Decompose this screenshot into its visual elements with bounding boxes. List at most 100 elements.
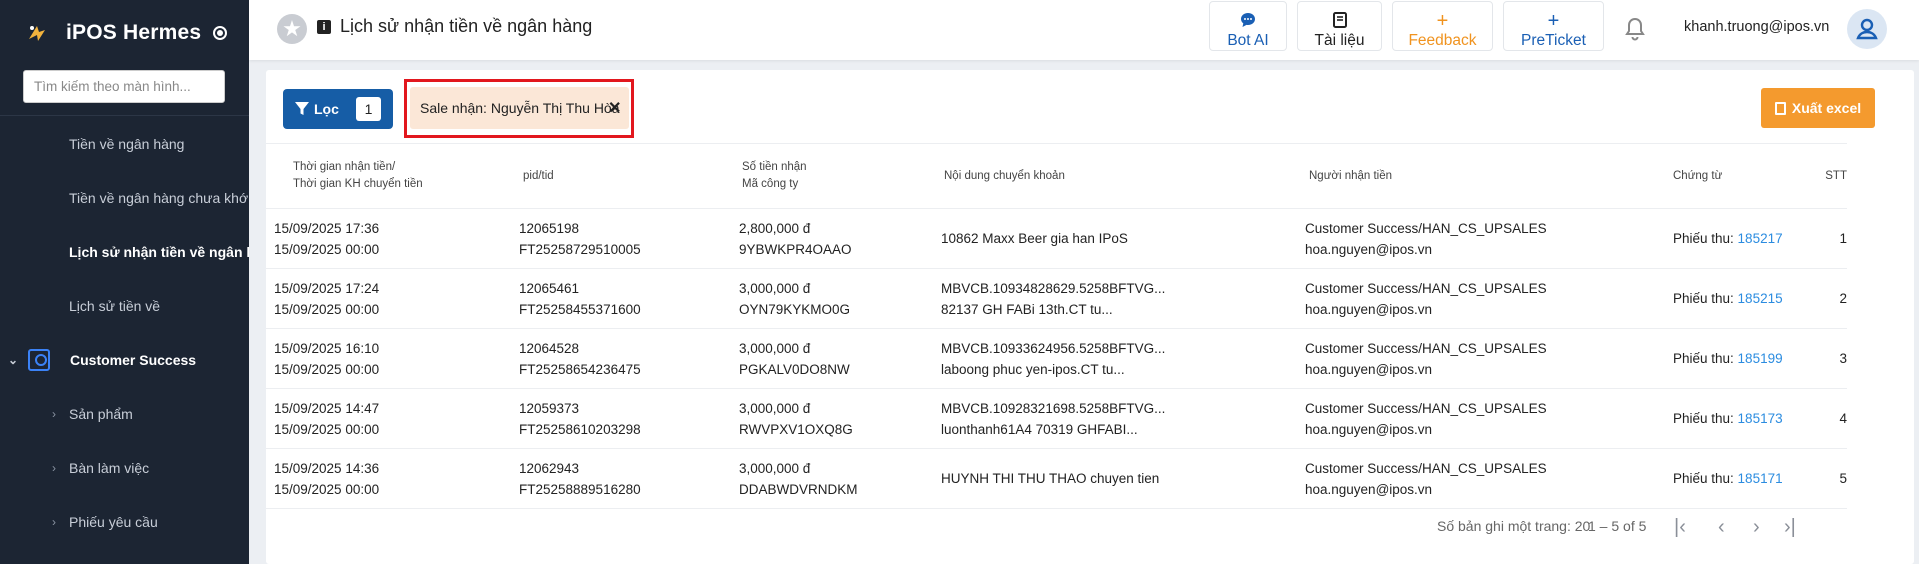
sidebar-item-requests[interactable]: › Phiếu yêu cầu — [0, 495, 249, 549]
export-excel-button[interactable]: Xuất excel — [1761, 88, 1875, 128]
info-icon[interactable]: i — [317, 20, 331, 34]
user-icon — [1856, 18, 1878, 40]
close-icon[interactable]: ✕ — [608, 98, 621, 118]
chat-bubble-icon — [1210, 12, 1286, 30]
table-header-row: Thời gian nhận tiền/Thời gian KH chuyển … — [266, 143, 1847, 209]
cell-amount: 3,000,000 đ OYN79KYKMO0G — [735, 268, 935, 329]
cell-time: 15/09/2025 14:47 15/09/2025 00:00 — [266, 388, 519, 449]
export-label: Xuất excel — [1791, 100, 1862, 116]
cell-content: HUYNH THI THU THAO chuyen tien — [935, 448, 1300, 509]
cell-content: MBVCB.10934828629.5258BFTVG... 82137 GH F… — [935, 268, 1300, 329]
cell-stt: 5 — [1793, 448, 1847, 509]
filter-label: Lọc — [314, 101, 339, 117]
cell-amount: 3,000,000 đ RWVPXV1OXQ8G — [735, 388, 935, 449]
cell-voucher: Phiếu thu: 185173 — [1673, 388, 1793, 449]
chevron-down-icon: ⌄ — [8, 353, 19, 367]
table-row[interactable]: 15/09/2025 16:10 15/09/2025 00:00 12064528… — [266, 328, 1847, 389]
sidebar-item-label: Lịch sử tiền về — [69, 298, 161, 314]
rows-per-page-label: Số bản ghi một trang: 20 — [1437, 518, 1591, 534]
sidebar-nav: Tiền về ngân hàng Tiền về ngân hàng chưa… — [0, 117, 249, 549]
table-row[interactable]: 15/09/2025 17:24 15/09/2025 00:00 12065461… — [266, 268, 1847, 329]
sidebar-group-customer-success[interactable]: ⌄ Customer Success — [0, 333, 249, 387]
cell-voucher: Phiếu thu: 185171 — [1673, 448, 1793, 509]
col-header-receiver[interactable]: Người nhận tiền — [1300, 143, 1673, 209]
cell-voucher: Phiếu thu: 185215 — [1673, 268, 1793, 329]
cell-receiver: Customer Success/HAN_CS_UPSALES hoa.nguye… — [1300, 268, 1673, 329]
voucher-link[interactable]: 185171 — [1738, 471, 1783, 486]
cell-amount: 3,000,000 đ DDABWDVRNDKM — [735, 448, 935, 509]
sidebar: iPOS Hermes Tiền về ngân hàng Tiền về ng… — [0, 0, 249, 564]
feedback-label: Feedback — [1408, 32, 1477, 49]
sidebar-item-label: Bàn làm việc — [69, 460, 150, 476]
page-title: Lịch sử nhận tiền về ngân hàng — [340, 16, 593, 36]
transactions-table: Thời gian nhận tiền/Thời gian KH chuyển … — [266, 143, 1847, 509]
plus-icon: + — [1547, 10, 1560, 32]
voucher-link[interactable]: 185217 — [1738, 231, 1783, 246]
col-header-voucher[interactable]: Chứng từ — [1673, 143, 1793, 209]
logo-icon — [29, 26, 45, 41]
feedback-button[interactable]: + Feedback — [1392, 1, 1493, 51]
sidebar-item-bank-unmatched[interactable]: Tiền về ngân hàng chưa khớp — [0, 171, 249, 225]
table-row[interactable]: 15/09/2025 17:36 15/09/2025 00:00 12065198… — [266, 208, 1847, 269]
sidebar-item-label: Phiếu yêu cầu — [69, 514, 158, 530]
sidebar-item-bank-receive-history[interactable]: Lịch sử nhận tiền về ngân h... — [0, 225, 249, 279]
last-page-icon[interactable]: ›| — [1784, 516, 1796, 539]
filter-icon — [295, 102, 309, 115]
filter-button[interactable]: Lọc 1 — [283, 89, 393, 129]
cell-pid: 12064528 FT25258654236475 — [519, 328, 735, 389]
document-icon — [1774, 102, 1786, 115]
table-row[interactable]: 15/09/2025 14:36 15/09/2025 00:00 12062943… — [266, 448, 1847, 509]
cell-voucher: Phiếu thu: 185217 — [1673, 208, 1793, 269]
col-header-amount[interactable]: Số tiền nhận Mã công ty — [735, 143, 935, 209]
pin-toggle-icon[interactable] — [213, 26, 228, 40]
cell-amount: 2,800,000 đ 9YBWKPR4OAAO — [735, 208, 935, 269]
voucher-link[interactable]: 185199 — [1738, 351, 1783, 366]
bot-ai-label: Bot AI — [1227, 32, 1269, 49]
user-email[interactable]: khanh.truong@ipos.vn — [1684, 19, 1829, 35]
cell-stt: 3 — [1793, 328, 1847, 389]
sidebar-item-label: Sản phẩm — [69, 406, 133, 422]
cell-pid: 12062943 FT25258889516280 — [519, 448, 735, 509]
cell-time: 15/09/2025 17:36 15/09/2025 00:00 — [266, 208, 519, 269]
customer-success-icon — [28, 349, 50, 371]
cell-stt: 2 — [1793, 268, 1847, 329]
sidebar-item-products[interactable]: › Sản phẩm — [0, 387, 249, 441]
bot-ai-button[interactable]: Bot AI — [1209, 1, 1287, 51]
next-page-icon[interactable]: › — [1753, 516, 1760, 539]
bell-icon[interactable] — [1624, 17, 1646, 41]
cell-voucher: Phiếu thu: 185199 — [1673, 328, 1793, 389]
first-page-icon[interactable]: |‹ — [1674, 516, 1686, 539]
main-panel: Lọc 1 Sale nhận: Nguyễn Thị Thu Hòa ✕ Xu… — [266, 70, 1914, 564]
filter-chip[interactable]: Sale nhận: Nguyễn Thị Thu Hòa ✕ — [410, 87, 629, 129]
col-header-content[interactable]: Nội dung chuyển khoản — [935, 143, 1300, 209]
cell-pid: 12059373 FT25258610203298 — [519, 388, 735, 449]
sidebar-search-input[interactable] — [23, 70, 225, 103]
chevron-right-icon: › — [52, 461, 56, 475]
filter-chip-label: Sale nhận: Nguyễn Thị Thu Hòa — [420, 100, 620, 116]
prev-page-icon[interactable]: ‹ — [1718, 516, 1725, 539]
favorite-star-icon[interactable]: ★ — [277, 14, 307, 44]
avatar[interactable] — [1847, 9, 1887, 49]
cell-receiver: Customer Success/HAN_CS_UPSALES hoa.nguye… — [1300, 448, 1673, 509]
voucher-link[interactable]: 185215 — [1738, 291, 1783, 306]
brand[interactable]: iPOS Hermes — [0, 0, 249, 66]
topbar: ★ i Lịch sử nhận tiền về ngân hàng Bot A… — [249, 0, 1919, 60]
cell-content: 10862 Maxx Beer gia han IPoS — [935, 208, 1300, 269]
col-header-stt[interactable]: STT — [1793, 143, 1847, 209]
preticket-label: PreTicket — [1521, 32, 1586, 49]
sidebar-item-workdesk[interactable]: › Bàn làm việc — [0, 441, 249, 495]
docs-button[interactable]: Tài liệu — [1297, 1, 1382, 51]
cell-stt: 4 — [1793, 388, 1847, 449]
sidebar-item-incoming-history[interactable]: Lịch sử tiền về — [0, 279, 249, 333]
table-row[interactable]: 15/09/2025 14:47 15/09/2025 00:00 12059373… — [266, 388, 1847, 449]
sidebar-divider — [0, 115, 249, 116]
preticket-button[interactable]: + PreTicket — [1503, 1, 1604, 51]
col-header-time[interactable]: Thời gian nhận tiền/Thời gian KH chuyển … — [266, 143, 519, 209]
sidebar-item-label: Tiền về ngân hàng chưa khớp — [69, 190, 249, 206]
sidebar-item-bank-incoming[interactable]: Tiền về ngân hàng — [0, 117, 249, 171]
voucher-link[interactable]: 185173 — [1738, 411, 1783, 426]
cell-pid: 12065198 FT25258729510005 — [519, 208, 735, 269]
chevron-right-icon: › — [52, 515, 56, 529]
book-icon — [1298, 12, 1381, 30]
col-header-pid[interactable]: pid/tid — [519, 143, 735, 209]
